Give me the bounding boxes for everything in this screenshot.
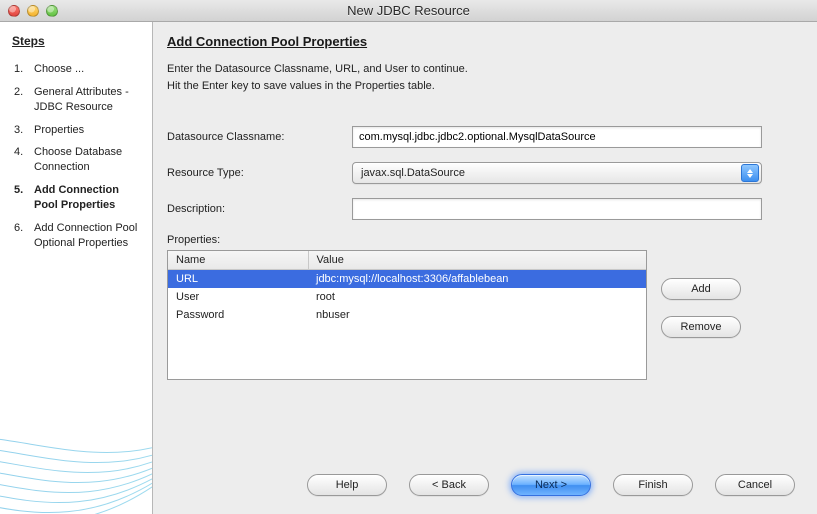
step-item-5: Add Connection Pool Properties: [12, 179, 142, 217]
col-header-value[interactable]: Value: [308, 251, 646, 270]
intro-line-2: Hit the Enter key to save values in the …: [167, 78, 803, 95]
steps-list: Choose ...General Attributes - JDBC Reso…: [12, 58, 142, 254]
wizard-sidebar: Steps Choose ...General Attributes - JDB…: [0, 22, 153, 514]
properties-area: Name Value URLjdbc:mysql://localhost:330…: [167, 250, 803, 380]
step-item-6: Add Connection Pool Optional Properties: [12, 217, 142, 255]
step-item-1: Choose ...: [12, 58, 142, 81]
col-header-name[interactable]: Name: [168, 251, 308, 270]
table-row[interactable]: Passwordnbuser: [168, 306, 646, 324]
add-button[interactable]: Add: [661, 278, 741, 300]
cancel-button[interactable]: Cancel: [715, 474, 795, 496]
remove-button[interactable]: Remove: [661, 316, 741, 338]
titlebar: New JDBC Resource: [0, 0, 817, 22]
cell-value[interactable]: nbuser: [308, 306, 646, 324]
datasource-classname-input[interactable]: [352, 126, 762, 148]
back-button[interactable]: < Back: [409, 474, 489, 496]
content: Steps Choose ...General Attributes - JDB…: [0, 22, 817, 514]
finish-button[interactable]: Finish: [613, 474, 693, 496]
resource-type-select[interactable]: javax.sql.DataSource: [352, 162, 762, 184]
window-controls: [8, 5, 58, 17]
description-input[interactable]: [352, 198, 762, 220]
panel-intro: Enter the Datasource Classname, URL, and…: [167, 61, 803, 94]
cell-name[interactable]: Password: [168, 306, 308, 324]
cell-name[interactable]: User: [168, 288, 308, 306]
step-item-2: General Attributes - JDBC Resource: [12, 81, 142, 119]
properties-table[interactable]: Name Value URLjdbc:mysql://localhost:330…: [167, 250, 647, 380]
step-item-4: Choose Database Connection: [12, 141, 142, 179]
label-description: Description:: [167, 203, 352, 215]
table-row[interactable]: URLjdbc:mysql://localhost:3306/affablebe…: [168, 270, 646, 289]
step-item-3: Properties: [12, 119, 142, 142]
resource-type-value: javax.sql.DataSource: [361, 167, 465, 179]
row-resource-type: Resource Type: javax.sql.DataSource: [167, 162, 803, 184]
label-resource-type: Resource Type:: [167, 167, 352, 179]
table-row[interactable]: Userroot: [168, 288, 646, 306]
wizard-button-bar: Help < Back Next > Finish Cancel: [167, 456, 803, 514]
label-datasource-classname: Datasource Classname:: [167, 131, 352, 143]
wizard-main-panel: Add Connection Pool Properties Enter the…: [153, 22, 817, 514]
sidebar-decoration: [0, 374, 153, 514]
label-properties: Properties:: [167, 234, 220, 246]
panel-heading: Add Connection Pool Properties: [167, 34, 803, 49]
steps-heading: Steps: [12, 34, 142, 48]
cell-name[interactable]: URL: [168, 270, 308, 289]
chevron-updown-icon: [741, 164, 759, 182]
cell-value[interactable]: jdbc:mysql://localhost:3306/affablebean: [308, 270, 646, 289]
next-button[interactable]: Next >: [511, 474, 591, 496]
close-icon[interactable]: [8, 5, 20, 17]
intro-line-1: Enter the Datasource Classname, URL, and…: [167, 61, 803, 78]
help-button[interactable]: Help: [307, 474, 387, 496]
zoom-icon[interactable]: [46, 5, 58, 17]
row-datasource-classname: Datasource Classname:: [167, 126, 803, 148]
row-description: Description:: [167, 198, 803, 220]
minimize-icon[interactable]: [27, 5, 39, 17]
properties-buttons: Add Remove: [661, 250, 741, 338]
cell-value[interactable]: root: [308, 288, 646, 306]
window-title: New JDBC Resource: [0, 3, 817, 18]
form: Datasource Classname: Resource Type: jav…: [167, 126, 803, 380]
